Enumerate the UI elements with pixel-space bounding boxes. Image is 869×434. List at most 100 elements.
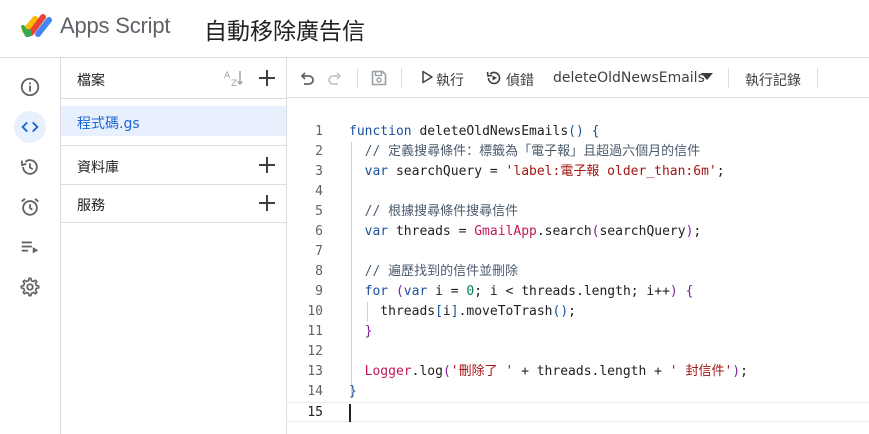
undo-icon[interactable] bbox=[297, 68, 317, 88]
code-text: var searchQuery = 'label:電子報 older_than:… bbox=[349, 162, 725, 182]
apps-script-logo-icon[interactable] bbox=[21, 11, 55, 39]
code-token: var bbox=[364, 224, 389, 239]
code-token: } bbox=[364, 324, 373, 339]
code-token: deleteOldNewsEmails bbox=[411, 124, 569, 139]
code-line[interactable]: 13 Logger.log('刪除了 ' + threads.length + … bbox=[287, 362, 869, 382]
rail-editor-button[interactable] bbox=[14, 111, 46, 143]
svg-text:Z: Z bbox=[231, 79, 237, 88]
code-token: .moveToTrash bbox=[458, 304, 553, 319]
code-line[interactable]: 5 // 根據搜尋條件搜尋信件 bbox=[287, 202, 869, 222]
toolbar-divider bbox=[817, 68, 818, 88]
code-token: // 根據搜尋條件搜尋信件 bbox=[364, 204, 519, 219]
file-item-code-gs[interactable]: 程式碼.gs bbox=[61, 106, 286, 136]
code-line[interactable]: 14} bbox=[287, 382, 869, 402]
file-name: 程式碼.gs bbox=[77, 116, 140, 132]
redo-icon[interactable] bbox=[325, 68, 345, 88]
code-token: ) bbox=[576, 124, 584, 139]
code-token: ) bbox=[560, 304, 569, 319]
services-title: 服務 bbox=[77, 198, 105, 214]
line-number: 11 bbox=[307, 324, 323, 339]
line-number: 5 bbox=[315, 204, 323, 219]
code-line[interactable]: 7 bbox=[287, 242, 869, 262]
dropdown-arrow-icon bbox=[701, 73, 713, 80]
project-title[interactable]: 自動移除廣告信 bbox=[204, 12, 365, 46]
code-token: threads bbox=[349, 304, 436, 319]
code-token: var bbox=[403, 284, 428, 299]
code-line[interactable]: 11 } bbox=[287, 322, 869, 342]
debug-button[interactable]: 偵錯 bbox=[485, 58, 537, 98]
rail-executions-button[interactable] bbox=[14, 231, 46, 263]
code-line[interactable]: 3 var searchQuery = 'label:電子報 older_tha… bbox=[287, 162, 869, 182]
code-token: ] bbox=[450, 304, 459, 319]
code-line[interactable]: 6 var threads = GmailApp.search(searchQu… bbox=[287, 222, 869, 242]
files-title: 檔案 bbox=[77, 73, 105, 89]
code-icon bbox=[21, 121, 39, 133]
function-selector[interactable]: deleteOldNewsEmails bbox=[553, 58, 717, 98]
code-token: i bbox=[442, 304, 451, 319]
execution-log-button[interactable]: 執行記錄 bbox=[745, 70, 801, 90]
line-number: 3 bbox=[315, 164, 323, 179]
save-icon[interactable] bbox=[369, 68, 389, 88]
code-token: var bbox=[364, 164, 389, 179]
rail-settings-button[interactable] bbox=[14, 271, 46, 303]
code-token: ( bbox=[395, 284, 404, 299]
sort-alphabetical-icon[interactable]: A Z bbox=[223, 68, 245, 88]
code-token: // 定義搜尋條件：標籤為「電子報」且超過六個月的信件 bbox=[364, 144, 701, 159]
code-text: // 定義搜尋條件：標籤為「電子報」且超過六個月的信件 bbox=[349, 142, 700, 162]
code-token: ) bbox=[732, 364, 741, 379]
code-text: Logger.log('刪除了 ' + threads.length + ' 封… bbox=[349, 362, 748, 382]
line-number: 10 bbox=[307, 304, 323, 319]
code-token: { bbox=[685, 284, 694, 299]
code-token: + threads.length + bbox=[513, 364, 670, 379]
code-line[interactable]: 4 bbox=[287, 182, 869, 202]
code-token: searchQuery bbox=[599, 224, 686, 239]
code-text: // 根據搜尋條件搜尋信件 bbox=[349, 202, 518, 222]
code-token: } bbox=[349, 384, 357, 399]
code-token: ( bbox=[442, 364, 451, 379]
code-token: ; bbox=[568, 304, 576, 319]
app-name[interactable]: Apps Script bbox=[60, 13, 170, 39]
code-text: threads[i].moveToTrash(); bbox=[349, 302, 576, 322]
add-library-icon[interactable] bbox=[257, 155, 277, 175]
code-token: GmailApp bbox=[474, 224, 537, 239]
code-token: '刪除了 ' bbox=[450, 364, 514, 379]
code-line[interactable]: 15 bbox=[287, 402, 869, 422]
code-token: ' 封信件' bbox=[669, 364, 733, 379]
code-editor[interactable]: 1 function deleteOldNewsEmails() {2 // 定義… bbox=[287, 98, 869, 434]
line-number: 4 bbox=[315, 184, 323, 199]
navigation-rail bbox=[0, 58, 61, 434]
toolbar-divider bbox=[728, 68, 729, 88]
line-number: 15 bbox=[307, 405, 323, 420]
alarm-icon bbox=[21, 198, 39, 216]
line-number: 12 bbox=[307, 344, 323, 359]
code-line[interactable]: 10 threads[i].moveToTrash(); bbox=[287, 302, 869, 322]
add-service-icon[interactable] bbox=[257, 193, 277, 213]
rail-history-button[interactable] bbox=[14, 151, 46, 183]
code-token: Logger bbox=[364, 364, 412, 379]
add-file-icon[interactable] bbox=[257, 68, 277, 88]
files-panel: 檔案 A Z 程式碼.gs 資料庫 服務 bbox=[61, 58, 287, 434]
line-number: 7 bbox=[315, 244, 323, 259]
code-text: var threads = GmailApp.search(searchQuer… bbox=[349, 222, 702, 242]
code-token: ; bbox=[716, 164, 725, 179]
services-section: 服務 bbox=[61, 184, 286, 223]
debug-label: 偵錯 bbox=[506, 73, 534, 89]
rail-triggers-button[interactable] bbox=[14, 191, 46, 223]
code-line[interactable]: 1 function deleteOldNewsEmails() { bbox=[287, 122, 869, 142]
rail-overview-button[interactable] bbox=[14, 71, 46, 103]
function-name: deleteOldNewsEmails bbox=[553, 70, 705, 86]
code-token: ; i < threads.length; i++ bbox=[474, 284, 670, 299]
run-label: 執行 bbox=[436, 73, 464, 89]
run-button[interactable]: 執行 bbox=[419, 58, 469, 98]
code-line[interactable]: 2 // 定義搜尋條件：標籤為「電子報」且超過六個月的信件 bbox=[287, 142, 869, 162]
code-line[interactable]: 9 for (var i = 0; i < threads.length; i+… bbox=[287, 282, 869, 302]
code-token: ; bbox=[693, 224, 702, 239]
code-line[interactable]: 12 bbox=[287, 342, 869, 362]
code-line[interactable]: 8 // 遍歷找到的信件並刪除 bbox=[287, 262, 869, 282]
